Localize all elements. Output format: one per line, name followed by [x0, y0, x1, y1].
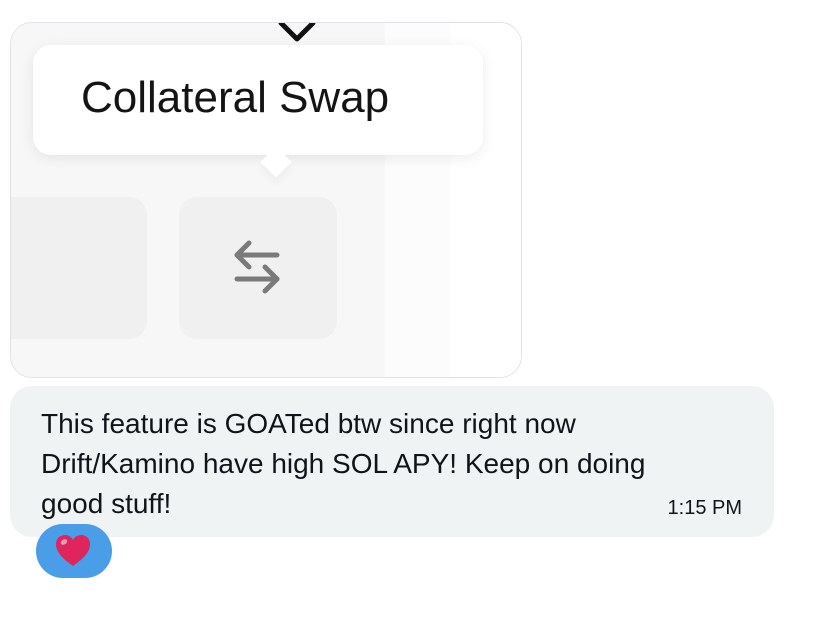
dm-conversation: Collateral Swap This feature is GOATed b…: [0, 0, 836, 618]
message-bubble[interactable]: This feature is GOATed btw since right n…: [10, 386, 774, 537]
message-text: This feature is GOATed btw since right n…: [41, 408, 646, 519]
collateral-swap-tooltip: Collateral Swap: [33, 45, 483, 178]
chevron-down-icon: [278, 23, 316, 42]
collateral-swap-tile: [179, 197, 337, 339]
tooltip-label: Collateral Swap: [81, 73, 390, 122]
heart-icon: [56, 535, 90, 566]
message-timestamp: 1:15 PM: [667, 497, 742, 519]
swap-arrows-icon: [234, 240, 280, 294]
action-tile: [11, 197, 147, 339]
attached-image[interactable]: Collateral Swap: [10, 22, 522, 378]
heart-reaction[interactable]: [36, 524, 112, 578]
